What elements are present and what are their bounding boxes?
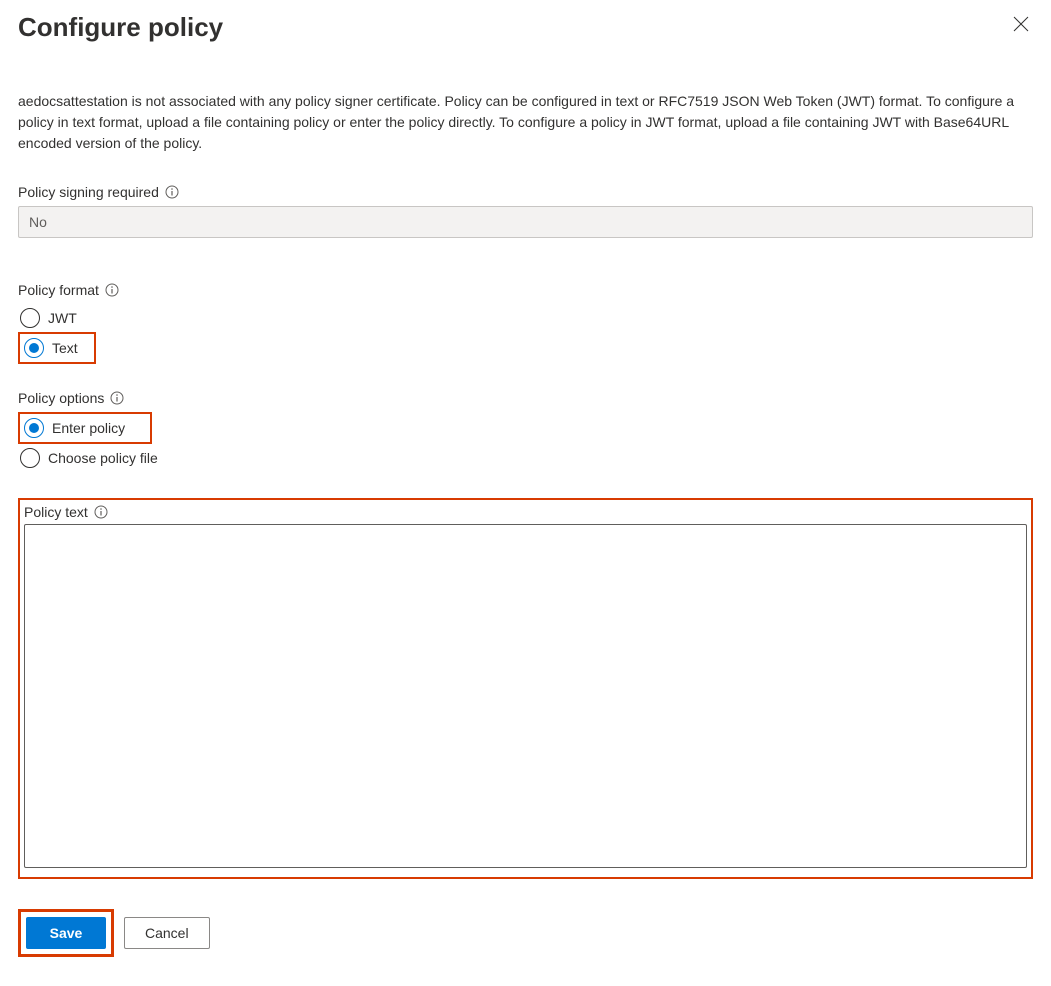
radio-text[interactable]: Text [22,336,80,360]
highlight-enter-policy: Enter policy [18,412,152,444]
radio-text-label: Text [52,340,78,356]
page-title: Configure policy [18,12,223,43]
radio-icon [20,308,40,328]
highlight-policy-text: Policy text [18,498,1033,879]
highlight-save: Save [18,909,114,957]
close-button[interactable] [1009,12,1033,36]
save-button[interactable]: Save [26,917,106,949]
policy-text-label: Policy text [24,504,88,520]
radio-jwt-label: JWT [48,310,77,326]
policy-options-label: Policy options [18,390,104,406]
policy-signing-group: Policy signing required [18,184,1033,238]
info-icon[interactable] [110,391,124,405]
policy-format-label: Policy format [18,282,99,298]
policy-format-group: Policy format JWT Text [18,282,1033,364]
description-text: aedocsattestation is not associated with… [18,91,1033,154]
policy-signing-input [18,206,1033,238]
radio-enter-policy[interactable]: Enter policy [22,416,127,440]
radio-icon [20,448,40,468]
info-icon[interactable] [94,505,108,519]
radio-icon [24,418,44,438]
info-icon[interactable] [105,283,119,297]
radio-choose-label: Choose policy file [48,450,158,466]
policy-signing-label: Policy signing required [18,184,159,200]
info-icon[interactable] [165,185,179,199]
radio-icon [24,338,44,358]
close-icon [1013,16,1029,32]
highlight-format-text: Text [18,332,96,364]
radio-enter-label: Enter policy [52,420,125,436]
policy-options-group: Policy options Enter policy Choose polic… [18,390,1033,472]
policy-text-input[interactable] [24,524,1027,868]
cancel-button[interactable]: Cancel [124,917,210,949]
radio-jwt[interactable]: JWT [18,304,1033,332]
radio-choose-file[interactable]: Choose policy file [18,444,1033,472]
